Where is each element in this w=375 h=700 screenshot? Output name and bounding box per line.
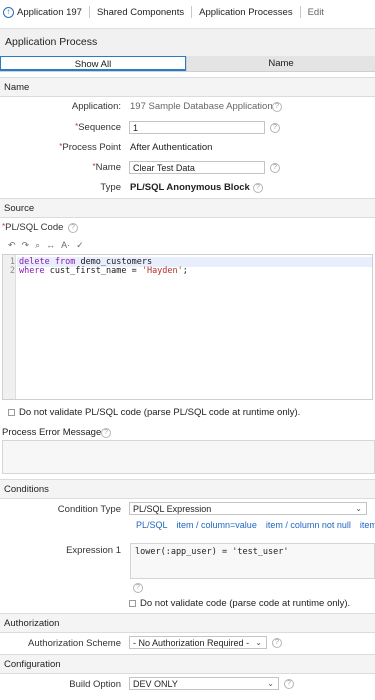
autocomplete-icon[interactable]: A·: [61, 240, 70, 250]
chevron-down-icon: ⌄: [255, 638, 262, 647]
breadcrumb-application[interactable]: Application 197: [17, 7, 82, 18]
sql-keyword: where: [19, 266, 45, 276]
plsql-code-label: *PL/SQL Code: [2, 222, 63, 233]
name-label: *Name: [20, 162, 121, 173]
breadcrumb: ↑ Application 197 Shared Components Appl…: [0, 0, 375, 24]
build-option-value: DEV ONLY: [133, 679, 178, 689]
name-label-text: Name: [95, 162, 121, 173]
section-header-source[interactable]: Source: [0, 198, 375, 218]
page-title: Application Process: [0, 28, 375, 56]
no-validate-code-checkbox[interactable]: [129, 600, 136, 607]
build-option-select[interactable]: DEV ONLY ⌄: [129, 677, 279, 690]
authorization-scheme-value: - No Authorization Required -: [133, 638, 250, 648]
help-icon[interactable]: ?: [133, 583, 143, 593]
link-item-column-equals-value[interactable]: item / column=value: [177, 520, 257, 530]
condition-type-value: PL/SQL Expression: [133, 504, 212, 514]
expression-1-label: Expression 1: [66, 545, 121, 556]
condition-type-select[interactable]: PL/SQL Expression ⌄: [129, 502, 367, 515]
section-header-configuration[interactable]: Configuration: [0, 654, 375, 674]
no-validate-plsql-checkbox[interactable]: [8, 409, 15, 416]
process-point-label-text: Process Point: [62, 142, 121, 153]
authorization-scheme-select[interactable]: - No Authorization Required - ⌄: [129, 636, 267, 649]
process-error-message-textarea[interactable]: [2, 440, 375, 474]
code-text: ;: [182, 266, 188, 276]
breadcrumb-separator: [191, 6, 193, 18]
line-number: 2: [9, 266, 15, 276]
help-icon[interactable]: ?: [270, 163, 280, 173]
sql-string: 'Hayden': [141, 266, 183, 276]
validate-icon[interactable]: ✓: [76, 240, 84, 251]
type-label: Type: [100, 182, 121, 193]
chevron-down-icon: ⌄: [267, 679, 274, 688]
code-text: cust_first_name =: [44, 266, 142, 276]
process-point-label: *Process Point: [20, 142, 121, 153]
breadcrumb-shared-components[interactable]: Shared Components: [97, 7, 184, 18]
process-error-message-label: Process Error Message: [2, 427, 102, 438]
process-point-value[interactable]: After Authentication: [130, 142, 212, 153]
section-header-conditions[interactable]: Conditions: [0, 479, 375, 499]
undo-icon[interactable]: ↶: [8, 240, 16, 251]
home-icon[interactable]: ↑: [3, 6, 14, 18]
line-number-gutter: 1 2: [3, 255, 16, 399]
plsql-code-editor[interactable]: 1 2 delete from demo_customers where cus…: [2, 254, 373, 400]
application-label: Application:: [71, 101, 121, 112]
plsql-code-label-text: PL/SQL Code: [5, 222, 64, 233]
link-item[interactable]: item: [360, 520, 375, 530]
link-plsql[interactable]: PL/SQL: [136, 520, 168, 530]
tab-bar: Show All Name: [0, 56, 375, 72]
replace-icon[interactable]: ↔: [46, 240, 55, 250]
breadcrumb-separator: [88, 6, 90, 18]
tab-name[interactable]: Name: [186, 56, 375, 71]
help-icon[interactable]: ?: [68, 223, 78, 233]
no-validate-code-label[interactable]: Do not validate code (parse code at runt…: [140, 598, 350, 609]
breadcrumb-current: Edit: [307, 6, 324, 18]
type-value: PL/SQL Anonymous Block: [130, 182, 250, 193]
section-header-authorization[interactable]: Authorization: [0, 613, 375, 633]
condition-type-label: Condition Type: [57, 504, 121, 515]
sequence-label-text: Sequence: [78, 122, 121, 133]
sequence-input[interactable]: 1: [129, 121, 265, 134]
help-icon[interactable]: ?: [272, 638, 282, 648]
breadcrumb-application-processes[interactable]: Application Processes: [199, 7, 292, 18]
breadcrumb-separator: [299, 6, 301, 18]
code-line-2[interactable]: where cust_first_name = 'Hayden';: [19, 266, 188, 276]
redo-icon[interactable]: ↷: [22, 240, 30, 251]
help-icon[interactable]: ?: [272, 102, 282, 112]
help-icon[interactable]: ?: [101, 428, 111, 438]
name-input[interactable]: Clear Test Data: [129, 161, 265, 174]
section-header-name[interactable]: Name: [0, 77, 375, 97]
authorization-scheme-label: Authorization Scheme: [28, 638, 121, 649]
link-item-column-not-null[interactable]: item / column not null: [266, 520, 351, 530]
build-option-label: Build Option: [69, 679, 121, 690]
application-value: 197 Sample Database Application: [130, 101, 273, 112]
help-icon[interactable]: ?: [284, 679, 294, 689]
condition-shortcut-links: PL/SQL item / column=value item / column…: [136, 520, 375, 530]
help-icon[interactable]: ?: [253, 183, 263, 193]
help-icon[interactable]: ?: [270, 123, 280, 133]
expression-1-textarea[interactable]: lower(:app_user) = 'test_user': [130, 543, 375, 579]
no-validate-plsql-label[interactable]: Do not validate PL/SQL code (parse PL/SQ…: [19, 407, 300, 418]
search-icon[interactable]: ⌕: [35, 240, 40, 251]
chevron-down-icon: ⌄: [355, 504, 362, 513]
sequence-label: *Sequence: [20, 122, 121, 133]
code-editor-toolbar: ↶ ↷ ⌕ ↔ A· ✓: [2, 238, 373, 252]
tab-show-all[interactable]: Show All: [0, 56, 186, 71]
